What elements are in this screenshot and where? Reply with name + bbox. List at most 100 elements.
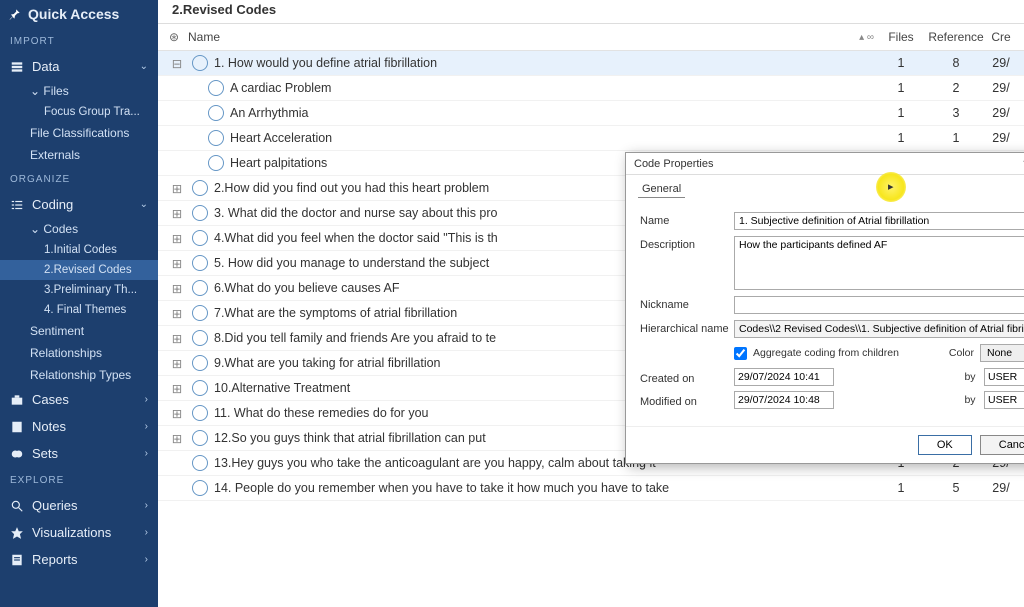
- sidebar-preliminary-themes[interactable]: 3.Preliminary Th...: [0, 280, 158, 300]
- sidebar-cases[interactable]: Cases›: [0, 386, 158, 413]
- quick-access[interactable]: Quick Access: [0, 0, 158, 28]
- cell-cre: 29/: [988, 481, 1014, 495]
- cell-cre: 29/: [988, 81, 1014, 95]
- cell-files: 1: [878, 481, 924, 495]
- code-circle-icon[interactable]: [192, 280, 208, 296]
- sidebar-final-themes[interactable]: 4. Final Themes: [0, 300, 158, 320]
- import-section: IMPORT: [0, 28, 158, 53]
- data-icon: [10, 60, 24, 74]
- chevron-right-icon: ›: [145, 448, 148, 459]
- created-by-label: by: [956, 371, 984, 383]
- sidebar-data[interactable]: Data⌄: [0, 53, 158, 80]
- description-input[interactable]: How the participants defined AF: [734, 236, 1024, 290]
- expand-all-icon[interactable]: ⊛: [168, 30, 180, 44]
- expand-icon[interactable]: ⊞: [168, 331, 186, 346]
- sidebar-files[interactable]: ⌄ Files: [0, 80, 158, 102]
- expand-icon[interactable]: ⊞: [168, 306, 186, 321]
- sidebar-coding[interactable]: Coding⌄: [0, 191, 158, 218]
- report-icon: [10, 553, 24, 567]
- code-circle-icon[interactable]: [192, 230, 208, 246]
- expand-icon[interactable]: ⊞: [168, 356, 186, 371]
- cell-files: 1: [878, 131, 924, 145]
- cell-files: 1: [878, 106, 924, 120]
- table-row[interactable]: 14. People do you remember when you have…: [158, 476, 1024, 501]
- sidebar-initial-codes[interactable]: 1.Initial Codes: [0, 240, 158, 260]
- color-select[interactable]: None: [980, 344, 1024, 362]
- expand-icon[interactable]: ⊞: [168, 406, 186, 421]
- sidebar-notes[interactable]: Notes›: [0, 413, 158, 440]
- expand-icon[interactable]: ⊞: [168, 381, 186, 396]
- code-circle-icon[interactable]: [192, 455, 208, 471]
- code-circle-icon[interactable]: [208, 80, 224, 96]
- list-icon: [10, 198, 24, 212]
- code-circle-icon[interactable]: [208, 130, 224, 146]
- cell-ref: 3: [924, 106, 988, 120]
- sidebar-visualizations[interactable]: Visualizations›: [0, 519, 158, 546]
- expand-icon[interactable]: ⊟: [168, 56, 186, 71]
- search-icon: [10, 499, 24, 513]
- code-circle-icon[interactable]: [192, 55, 208, 71]
- table-row[interactable]: Heart Acceleration1129/: [158, 126, 1024, 151]
- breadcrumb: 2.Revised Codes: [158, 0, 1024, 24]
- col-name[interactable]: Name: [188, 30, 220, 44]
- sidebar-revised-codes[interactable]: 2.Revised Codes: [0, 260, 158, 280]
- code-circle-icon[interactable]: [192, 355, 208, 371]
- code-circle-icon[interactable]: [192, 305, 208, 321]
- expand-icon[interactable]: ⊞: [168, 206, 186, 221]
- cell-ref: 8: [924, 56, 988, 70]
- sidebar-queries[interactable]: Queries›: [0, 492, 158, 519]
- ok-button[interactable]: OK: [918, 435, 972, 455]
- row-label: 1. How would you define atrial fibrillat…: [214, 56, 878, 70]
- description-label: Description: [640, 236, 734, 251]
- tab-general[interactable]: General: [638, 181, 685, 198]
- code-circle-icon[interactable]: [192, 255, 208, 271]
- hierarchical-label: Hierarchical name: [640, 320, 734, 335]
- col-files[interactable]: Files: [878, 30, 924, 44]
- sidebar-file-classifications[interactable]: File Classifications: [0, 122, 158, 144]
- code-circle-icon[interactable]: [192, 480, 208, 496]
- code-circle-icon[interactable]: [192, 380, 208, 396]
- nickname-input[interactable]: [734, 296, 1024, 314]
- expand-icon[interactable]: ⊞: [168, 256, 186, 271]
- code-circle-icon[interactable]: [208, 105, 224, 121]
- code-circle-icon[interactable]: [192, 405, 208, 421]
- sidebar-sentiment[interactable]: Sentiment: [0, 320, 158, 342]
- briefcase-icon: [10, 393, 24, 407]
- row-label: An Arrhythmia: [230, 106, 878, 120]
- nickname-label: Nickname: [640, 296, 734, 311]
- note-icon: [10, 420, 24, 434]
- code-circle-icon[interactable]: [192, 205, 208, 221]
- sidebar-externals[interactable]: Externals: [0, 144, 158, 166]
- sidebar-relationship-types[interactable]: Relationship Types: [0, 364, 158, 386]
- sidebar-sets[interactable]: Sets›: [0, 440, 158, 467]
- col-created[interactable]: Cre: [988, 30, 1014, 44]
- table-row[interactable]: A cardiac Problem1229/: [158, 76, 1024, 101]
- code-circle-icon[interactable]: [192, 330, 208, 346]
- code-circle-icon[interactable]: [208, 155, 224, 171]
- cancel-button[interactable]: Cancel: [980, 435, 1024, 455]
- name-input[interactable]: [734, 212, 1024, 230]
- table-row[interactable]: An Arrhythmia1329/: [158, 101, 1024, 126]
- expand-icon[interactable]: ⊞: [168, 231, 186, 246]
- col-reference[interactable]: Reference: [924, 30, 988, 44]
- explore-section: EXPLORE: [0, 467, 158, 492]
- sidebar-codes[interactable]: ⌄ Codes: [0, 218, 158, 240]
- viz-icon: [10, 526, 24, 540]
- aggregate-checkbox[interactable]: [734, 347, 747, 360]
- table-row[interactable]: ⊟ 1. How would you define atrial fibrilla…: [158, 51, 1024, 76]
- expand-icon[interactable]: ⊞: [168, 181, 186, 196]
- hierarchical-input: [734, 320, 1024, 338]
- sidebar-focus-group[interactable]: Focus Group Tra...: [0, 102, 158, 122]
- cell-ref: 5: [924, 481, 988, 495]
- sidebar-relationships[interactable]: Relationships: [0, 342, 158, 364]
- help-button[interactable]: ?: [1016, 158, 1024, 170]
- expand-icon[interactable]: ⊞: [168, 431, 186, 446]
- code-circle-icon[interactable]: [192, 430, 208, 446]
- sets-icon: [10, 447, 24, 461]
- sort-icon[interactable]: ▴ ∞: [859, 32, 874, 43]
- sidebar-reports[interactable]: Reports›: [0, 546, 158, 573]
- aggregate-label: Aggregate coding from children: [753, 347, 899, 359]
- expand-icon[interactable]: ⊞: [168, 281, 186, 296]
- code-circle-icon[interactable]: [192, 180, 208, 196]
- cell-cre: 29/: [988, 56, 1014, 70]
